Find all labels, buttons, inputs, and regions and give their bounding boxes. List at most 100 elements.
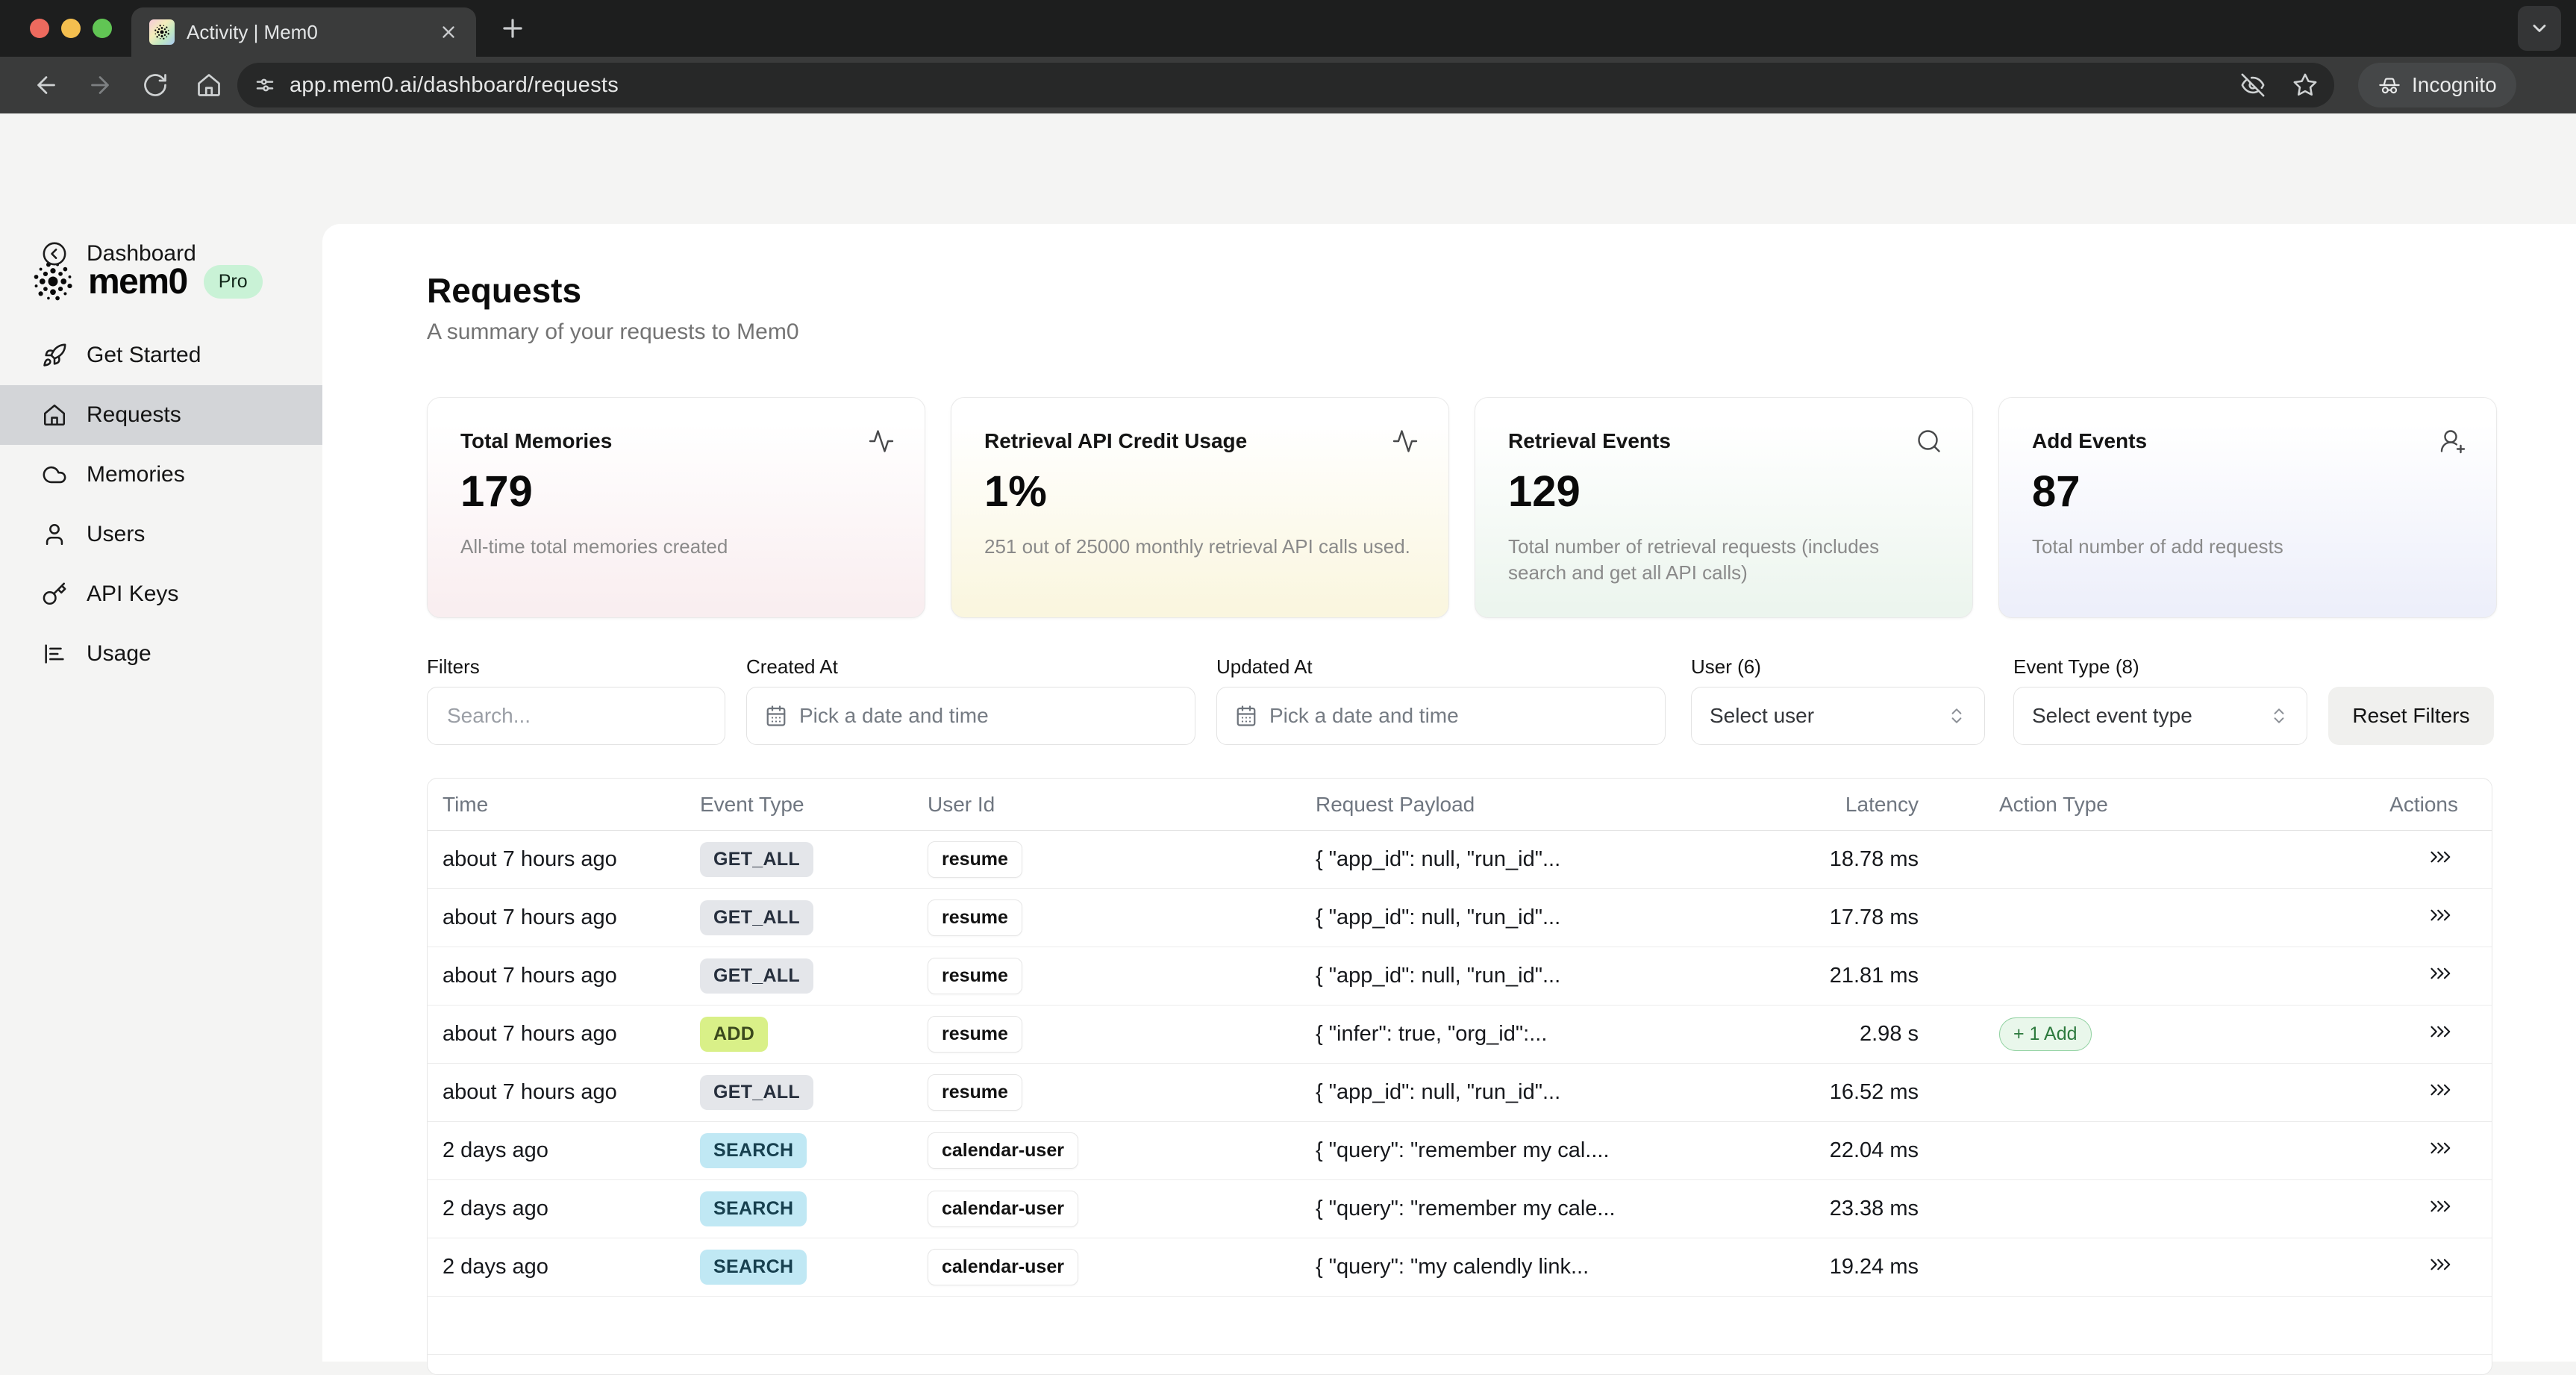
- reload-icon[interactable]: [142, 72, 169, 99]
- cell-time: about 7 hours ago: [428, 1080, 700, 1105]
- cell-request-payload: { "app_id": null, "run_id"...: [1316, 964, 1804, 988]
- table-row[interactable]: 2 days ago SEARCH calendar-user { "query…: [428, 1122, 2492, 1180]
- sidebar-item-get-started[interactable]: Get Started: [0, 325, 322, 385]
- bookmark-star-icon[interactable]: [2292, 72, 2318, 98]
- sidebar-item-label: Dashboard: [87, 241, 196, 266]
- event-type-filter-label: Event Type (8): [2013, 655, 2139, 679]
- row-actions-button[interactable]: [2424, 1079, 2458, 1101]
- card-value: 87: [2032, 467, 2081, 517]
- row-actions-button[interactable]: [2424, 1253, 2458, 1276]
- table-row[interactable]: about 7 hours ago GET_ALL resume { "app_…: [428, 889, 2492, 947]
- table-row[interactable]: about 7 hours ago GET_ALL resume { "app_…: [428, 831, 2492, 889]
- user-id-badge: calendar-user: [928, 1191, 1078, 1227]
- eye-off-icon[interactable]: [2240, 72, 2266, 98]
- chevrons-right-icon: [2424, 962, 2458, 985]
- window-maximize-button[interactable]: [93, 19, 112, 38]
- row-actions-button[interactable]: [2424, 962, 2458, 985]
- tab-close-icon[interactable]: [439, 22, 458, 42]
- table-row[interactable]: about 7 hours ago GET_ALL resume { "app_…: [428, 1064, 2492, 1122]
- row-actions-button[interactable]: [2424, 1137, 2458, 1159]
- table-row[interactable]: 2 days ago SEARCH calendar-user { "query…: [428, 1180, 2492, 1238]
- reset-filters-button[interactable]: Reset Filters: [2328, 687, 2494, 745]
- sidebar-item-requests[interactable]: Requests: [0, 385, 322, 445]
- row-actions-button[interactable]: [2424, 846, 2458, 868]
- cell-time: about 7 hours ago: [428, 847, 700, 872]
- row-actions-button[interactable]: [2424, 904, 2458, 926]
- browser-tab[interactable]: Activity | Mem0: [131, 7, 476, 57]
- stat-card-total-memories: Total Memories 179 All-time total memori…: [427, 397, 925, 618]
- table-row[interactable]: about 7 hours ago ADD resume { "infer": …: [428, 1005, 2492, 1064]
- page-title: Requests: [427, 270, 581, 311]
- url-text[interactable]: app.mem0.ai/dashboard/requests: [290, 73, 2227, 98]
- chevrons-right-icon: [2424, 1137, 2458, 1159]
- user-select-value: Select user: [1710, 704, 1935, 728]
- tab-search-button[interactable]: [2518, 6, 2561, 51]
- col-action-type: Action Type: [1928, 793, 2256, 817]
- chevrons-right-icon: [2424, 846, 2458, 868]
- browser-tab-strip: Activity | Mem0: [0, 0, 2576, 57]
- cloud-icon: [42, 462, 67, 487]
- sidebar-item-dashboard[interactable]: Dashboard: [0, 224, 322, 284]
- user-id-badge: resume: [928, 1016, 1022, 1053]
- browser-menu-button[interactable]: [2531, 63, 2557, 107]
- search-icon: [1916, 428, 1942, 455]
- chevrons-up-down-icon: [2269, 706, 2289, 726]
- home-icon: [42, 402, 67, 428]
- table-row[interactable]: 2 days ago SEARCH calendar-user { "query…: [428, 1238, 2492, 1297]
- requests-table: Time Event Type User Id Request Payload …: [427, 778, 2492, 1375]
- created-at-picker[interactable]: Pick a date and time: [746, 687, 1195, 745]
- cell-latency: 16.52 ms: [1804, 1080, 1928, 1105]
- home-icon[interactable]: [196, 72, 222, 99]
- url-bar[interactable]: app.mem0.ai/dashboard/requests: [237, 63, 2334, 107]
- search-input[interactable]: [446, 703, 707, 729]
- col-event-type: Event Type: [700, 793, 928, 817]
- card-description: All-time total memories created: [460, 534, 892, 560]
- stat-card-retrieval-events: Retrieval Events 129 Total number of ret…: [1475, 397, 1973, 618]
- row-actions-button[interactable]: [2424, 1020, 2458, 1043]
- sidebar-item-users[interactable]: Users: [0, 505, 322, 564]
- window-minimize-button[interactable]: [61, 19, 81, 38]
- chevrons-right-icon: [2424, 1195, 2458, 1217]
- sidebar-item-label: Usage: [87, 641, 151, 667]
- calendar-icon: [765, 705, 787, 727]
- cell-request-payload: { "app_id": null, "run_id"...: [1316, 847, 1804, 872]
- card-title: Retrieval Events: [1508, 429, 1671, 453]
- back-icon[interactable]: [33, 72, 60, 99]
- col-latency: Latency: [1804, 793, 1928, 817]
- new-tab-icon[interactable]: [498, 14, 527, 43]
- cell-latency: 2.98 s: [1804, 1022, 1928, 1047]
- cell-latency: 22.04 ms: [1804, 1138, 1928, 1163]
- cell-latency: 18.78 ms: [1804, 847, 1928, 872]
- window-close-button[interactable]: [30, 19, 49, 38]
- event-type-select[interactable]: Select event type: [2013, 687, 2307, 745]
- key-icon: [42, 582, 67, 607]
- rocket-icon: [42, 343, 67, 368]
- event-type-badge: SEARCH: [700, 1250, 807, 1285]
- activity-icon: [1392, 428, 1419, 455]
- updated-at-picker[interactable]: Pick a date and time: [1216, 687, 1666, 745]
- site-settings-icon[interactable]: [254, 74, 276, 96]
- chevrons-right-icon: [2424, 1253, 2458, 1276]
- sidebar-item-memories[interactable]: Memories: [0, 445, 322, 505]
- sidebar-item-api-keys[interactable]: API Keys: [0, 564, 322, 624]
- chevrons-up-down-icon: [1947, 706, 1966, 726]
- cell-time: about 7 hours ago: [428, 905, 700, 930]
- user-id-badge: resume: [928, 958, 1022, 994]
- forward-icon[interactable]: [87, 72, 113, 99]
- row-actions-button[interactable]: [2424, 1195, 2458, 1217]
- card-description: 251 out of 25000 monthly retrieval API c…: [984, 534, 1416, 560]
- table-header: Time Event Type User Id Request Payload …: [428, 779, 2492, 831]
- event-type-badge: ADD: [700, 1017, 768, 1052]
- table-row[interactable]: about 7 hours ago GET_ALL resume { "app_…: [428, 947, 2492, 1005]
- event-type-badge: SEARCH: [700, 1133, 807, 1168]
- chevrons-right-icon: [2424, 904, 2458, 926]
- user-id-badge: resume: [928, 1074, 1022, 1111]
- sidebar-item-usage[interactable]: Usage: [0, 624, 322, 684]
- user-select[interactable]: Select user: [1691, 687, 1985, 745]
- updated-at-label: Updated At: [1216, 655, 1313, 679]
- action-type-badge: + 1 Add: [1999, 1017, 2092, 1051]
- window-controls: [30, 19, 112, 38]
- main-content: Requests A summary of your requests to M…: [322, 224, 2576, 1362]
- sidebar-item-label: Memories: [87, 462, 185, 487]
- event-type-badge: GET_ALL: [700, 958, 813, 994]
